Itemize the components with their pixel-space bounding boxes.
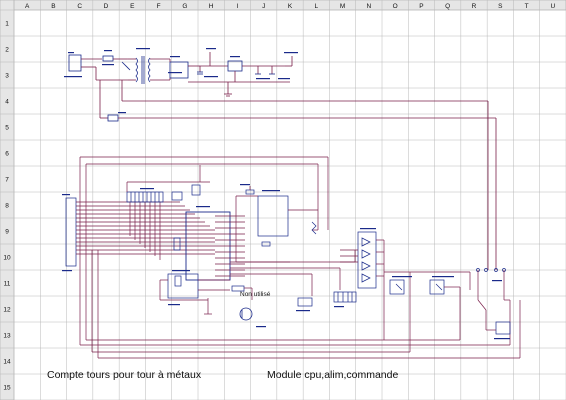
not-used-label: Non utilisé — [240, 291, 271, 298]
power-supply-section — [68, 52, 293, 97]
column-label: Q — [445, 3, 450, 10]
column-label: T — [525, 3, 529, 10]
column-label: S — [498, 3, 503, 10]
row-label: 4 — [5, 99, 9, 106]
interface-ic — [167, 273, 199, 299]
caption-module-title: Module cpu,alim,commande — [267, 369, 399, 381]
fuse — [102, 55, 114, 62]
dip-switch — [333, 291, 357, 303]
row-label: 9 — [5, 229, 9, 236]
column-label: N — [367, 3, 372, 10]
column-label: E — [130, 3, 135, 10]
contactor-coil — [495, 321, 511, 335]
relay-driver-section — [297, 231, 521, 358]
display-connector — [126, 191, 164, 203]
column-label: B — [51, 3, 55, 10]
column-label: J — [262, 3, 265, 10]
column-label: L — [314, 3, 318, 10]
cpu-section — [65, 156, 520, 359]
column-label: P — [419, 3, 423, 10]
feed-wires — [99, 80, 497, 270]
column-label: O — [393, 3, 398, 10]
bridge-rectifier — [169, 61, 189, 79]
row-label: 2 — [5, 47, 9, 54]
row-label: 5 — [5, 125, 9, 132]
column-label: F — [157, 3, 161, 10]
column-label: M — [340, 3, 345, 10]
relay-coil — [107, 114, 119, 122]
column-label: U — [551, 3, 556, 10]
mains-connector — [68, 54, 82, 72]
row-label: 14 — [3, 359, 11, 366]
row-label: 15 — [3, 385, 11, 392]
column-label: R — [472, 3, 477, 10]
potentiometer — [311, 221, 317, 235]
relay-1 — [389, 279, 405, 295]
row-label: 11 — [4, 281, 11, 288]
driver-ic — [257, 195, 289, 237]
row-label: 6 — [5, 151, 9, 158]
row-label: 3 — [5, 73, 9, 80]
row-label: 13 — [3, 333, 11, 340]
pin-header-connector — [65, 197, 77, 267]
row-label: 8 — [5, 203, 9, 210]
column-label: H — [209, 3, 214, 10]
transformer — [135, 56, 151, 84]
column-label: G — [182, 3, 187, 10]
voltage-regulator — [227, 60, 243, 72]
column-label: A — [25, 3, 30, 10]
schematic-sheet: ABCDEFGHIJKLMNOPQRSTU 123456789101112131… — [0, 0, 566, 400]
relay-2 — [429, 279, 445, 295]
output-connector — [297, 297, 313, 307]
resistor-r1 — [171, 191, 183, 201]
crystal — [191, 184, 201, 196]
row-label: 7 — [5, 177, 9, 184]
row-header-strip — [0, 0, 15, 400]
row-label: 12 — [3, 307, 11, 314]
unused-transistor — [239, 307, 253, 321]
component-reference-marks — [62, 48, 510, 340]
column-label: I — [237, 3, 239, 10]
column-label: K — [288, 3, 293, 10]
column-labels: A B C D E F G H I J K L M N O P Q R S T U — [25, 3, 556, 10]
column-label: D — [104, 3, 109, 10]
row-label: 10 — [3, 255, 11, 262]
row-label: 1 — [5, 21, 9, 28]
column-header-strip — [0, 0, 566, 11]
column-label: C — [77, 3, 82, 10]
caption-project-title: Compte tours pour tour à métaux — [47, 369, 202, 381]
